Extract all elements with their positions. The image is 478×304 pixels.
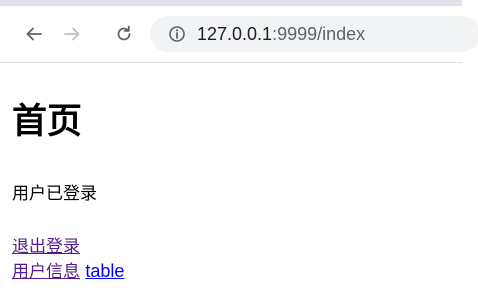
- url-host: 127.0.0.1: [197, 24, 273, 44]
- reload-button[interactable]: [110, 20, 138, 48]
- forward-button[interactable]: [58, 20, 86, 48]
- url-path: :9999/index: [272, 24, 366, 44]
- back-arrow-icon: [26, 27, 42, 41]
- browser-toolbar: 127.0.0.1:9999/index: [0, 6, 478, 63]
- back-button[interactable]: [20, 20, 48, 48]
- user-info-link[interactable]: 用户信息: [12, 262, 80, 282]
- login-status-text: 用户已登录: [12, 184, 97, 204]
- logout-link[interactable]: 退出登录: [12, 237, 80, 257]
- table-link[interactable]: table: [85, 261, 124, 281]
- links-block: 退出登录 用户信息 table: [12, 235, 124, 284]
- forward-arrow-icon: [64, 27, 80, 41]
- page-title: 首页: [12, 102, 83, 142]
- url-text[interactable]: 127.0.0.1:9999/index: [197, 24, 365, 44]
- site-info-icon[interactable]: [168, 25, 186, 43]
- address-bar[interactable]: 127.0.0.1:9999/index: [150, 16, 478, 52]
- reload-icon: [117, 25, 131, 41]
